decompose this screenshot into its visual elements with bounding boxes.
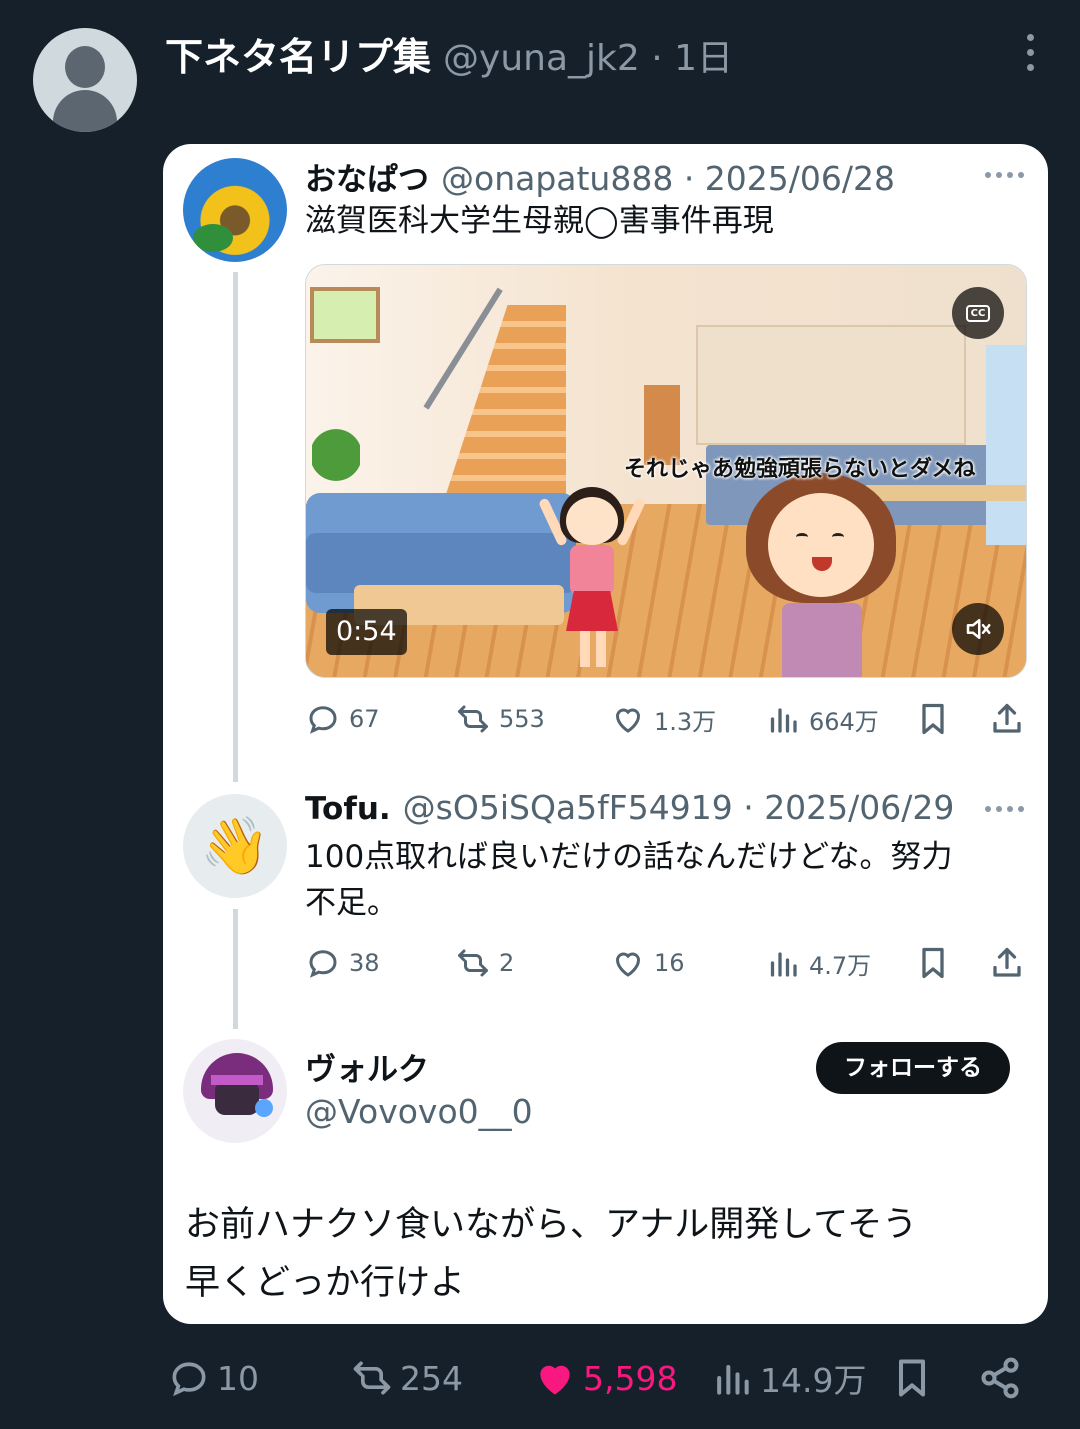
tweet2-header: Tofu. @sO5iSQa5fF54919 · 2025/06/29 bbox=[305, 788, 954, 827]
analytics-icon bbox=[770, 708, 797, 733]
views-button[interactable]: 664万 bbox=[765, 699, 879, 739]
video-duration: 0:54 bbox=[326, 609, 407, 655]
avatar-sunflower[interactable] bbox=[183, 158, 287, 262]
share-icon bbox=[993, 947, 1021, 977]
speaker-muted-icon bbox=[966, 619, 991, 639]
tweet3-author-name[interactable]: ヴォルク bbox=[305, 1044, 429, 1089]
default-avatar-body bbox=[53, 90, 117, 132]
tweet-header: 下ネタ名リプ集 @yuna_jk2 · 1日 bbox=[165, 26, 733, 79]
reply-icon bbox=[309, 706, 337, 734]
bookmark-icon bbox=[922, 947, 944, 979]
cc-icon: CC bbox=[965, 304, 991, 322]
tweet1-meta[interactable]: @onapatu888 · 2025/06/28 bbox=[441, 159, 895, 198]
video-player[interactable]: それじゃあ勉強頑張らないとダメね CC 0:54 bbox=[305, 264, 1027, 678]
reply-icon bbox=[309, 950, 337, 978]
retweet-icon bbox=[458, 949, 488, 977]
like-button[interactable]: 16 bbox=[610, 943, 685, 983]
tweet1-action-bar: 67 553 1.3万 664万 bbox=[305, 699, 1027, 739]
retweet-icon bbox=[458, 705, 488, 733]
tweet2-meta[interactable]: @sO5iSQa5fF54919 · 2025/06/29 bbox=[403, 788, 955, 827]
share-icon bbox=[993, 703, 1021, 733]
avatar[interactable] bbox=[33, 28, 137, 132]
analytics-icon bbox=[717, 1364, 749, 1395]
heart-filled-icon bbox=[540, 1365, 570, 1395]
bookmark-button[interactable] bbox=[890, 1350, 934, 1406]
wall-picture bbox=[310, 287, 380, 343]
views-button[interactable]: 4.7万 bbox=[765, 943, 871, 983]
follow-button[interactable]: フォローする bbox=[816, 1042, 1010, 1094]
reply-icon bbox=[172, 1362, 206, 1397]
avatar-character[interactable] bbox=[183, 1039, 287, 1143]
quoted-tweet-card[interactable]: おなぱつ @onapatu888 · 2025/06/28 滋賀医科大学生母親◯… bbox=[163, 144, 1048, 1324]
thread-line bbox=[233, 909, 238, 1029]
tweet2-text-line2: 不足。 bbox=[305, 885, 398, 921]
thread-line bbox=[233, 272, 238, 782]
like-button[interactable]: 5,598 bbox=[533, 1350, 677, 1406]
analytics-icon bbox=[770, 952, 797, 977]
tweet3-handle[interactable]: @Vovovo0__0 bbox=[305, 1092, 533, 1131]
bookmark-icon bbox=[922, 703, 944, 735]
mother-character bbox=[746, 473, 896, 677]
tweet3-text-line1: お前ハナクソ食いながら、アナル開発してそう bbox=[185, 1205, 918, 1245]
tweet2-action-bar: 38 2 16 4.7万 bbox=[305, 943, 1027, 983]
tweet2-text-line1: 100点取れば良いだけの話なんだけどな。努力 bbox=[305, 839, 953, 875]
heart-icon bbox=[615, 952, 641, 977]
retweet-icon bbox=[353, 1361, 391, 1395]
video-subtitle: それじゃあ勉強頑張らないとダメね bbox=[624, 457, 976, 482]
plant bbox=[312, 415, 360, 495]
like-button[interactable]: 1.3万 bbox=[610, 699, 716, 739]
tweet1-author-name[interactable]: おなぱつ bbox=[305, 154, 429, 199]
tweet3-text-line2: 早くどっか行けよ bbox=[185, 1263, 466, 1303]
avatar-waving-hand[interactable]: 👋 bbox=[183, 794, 287, 898]
bookmark-button[interactable] bbox=[915, 699, 951, 739]
share-button[interactable] bbox=[989, 699, 1025, 739]
retweet-button[interactable]: 553 bbox=[455, 699, 545, 739]
tweet2-author-name[interactable]: Tofu. bbox=[305, 791, 391, 827]
reply-button[interactable]: 67 bbox=[305, 699, 380, 739]
bookmark-icon bbox=[898, 1359, 926, 1397]
tweet1-header: おなぱつ @onapatu888 · 2025/06/28 bbox=[305, 154, 895, 199]
author-handle-time[interactable]: @yuna_jk2 · 1日 bbox=[443, 29, 733, 81]
outer-action-bar: 10 254 5,598 14.9万 bbox=[0, 1350, 1080, 1406]
share-button[interactable] bbox=[989, 943, 1025, 983]
share-network-icon bbox=[981, 1357, 1019, 1399]
retweet-button[interactable]: 2 bbox=[455, 943, 514, 983]
more-options-icon[interactable] bbox=[985, 806, 1024, 812]
reply-button[interactable]: 38 bbox=[305, 943, 380, 983]
views-button[interactable]: 14.9万 bbox=[710, 1350, 866, 1406]
retweet-button[interactable]: 254 bbox=[350, 1350, 463, 1406]
bookmark-button[interactable] bbox=[915, 943, 951, 983]
kitchen-cabinets bbox=[696, 325, 966, 445]
captions-button[interactable]: CC bbox=[952, 287, 1004, 339]
share-button[interactable] bbox=[978, 1350, 1022, 1406]
girl-character bbox=[537, 485, 647, 675]
heart-icon bbox=[615, 708, 641, 733]
reply-button[interactable]: 10 bbox=[167, 1350, 259, 1406]
default-avatar-head bbox=[65, 46, 105, 88]
mute-button[interactable] bbox=[952, 603, 1004, 655]
author-name[interactable]: 下ネタ名リプ集 bbox=[165, 26, 431, 81]
more-options-icon[interactable] bbox=[985, 172, 1024, 178]
tweet1-text: 滋賀医科大学生母親◯害事件再現 bbox=[305, 203, 774, 239]
more-options-icon[interactable] bbox=[1025, 34, 1035, 71]
